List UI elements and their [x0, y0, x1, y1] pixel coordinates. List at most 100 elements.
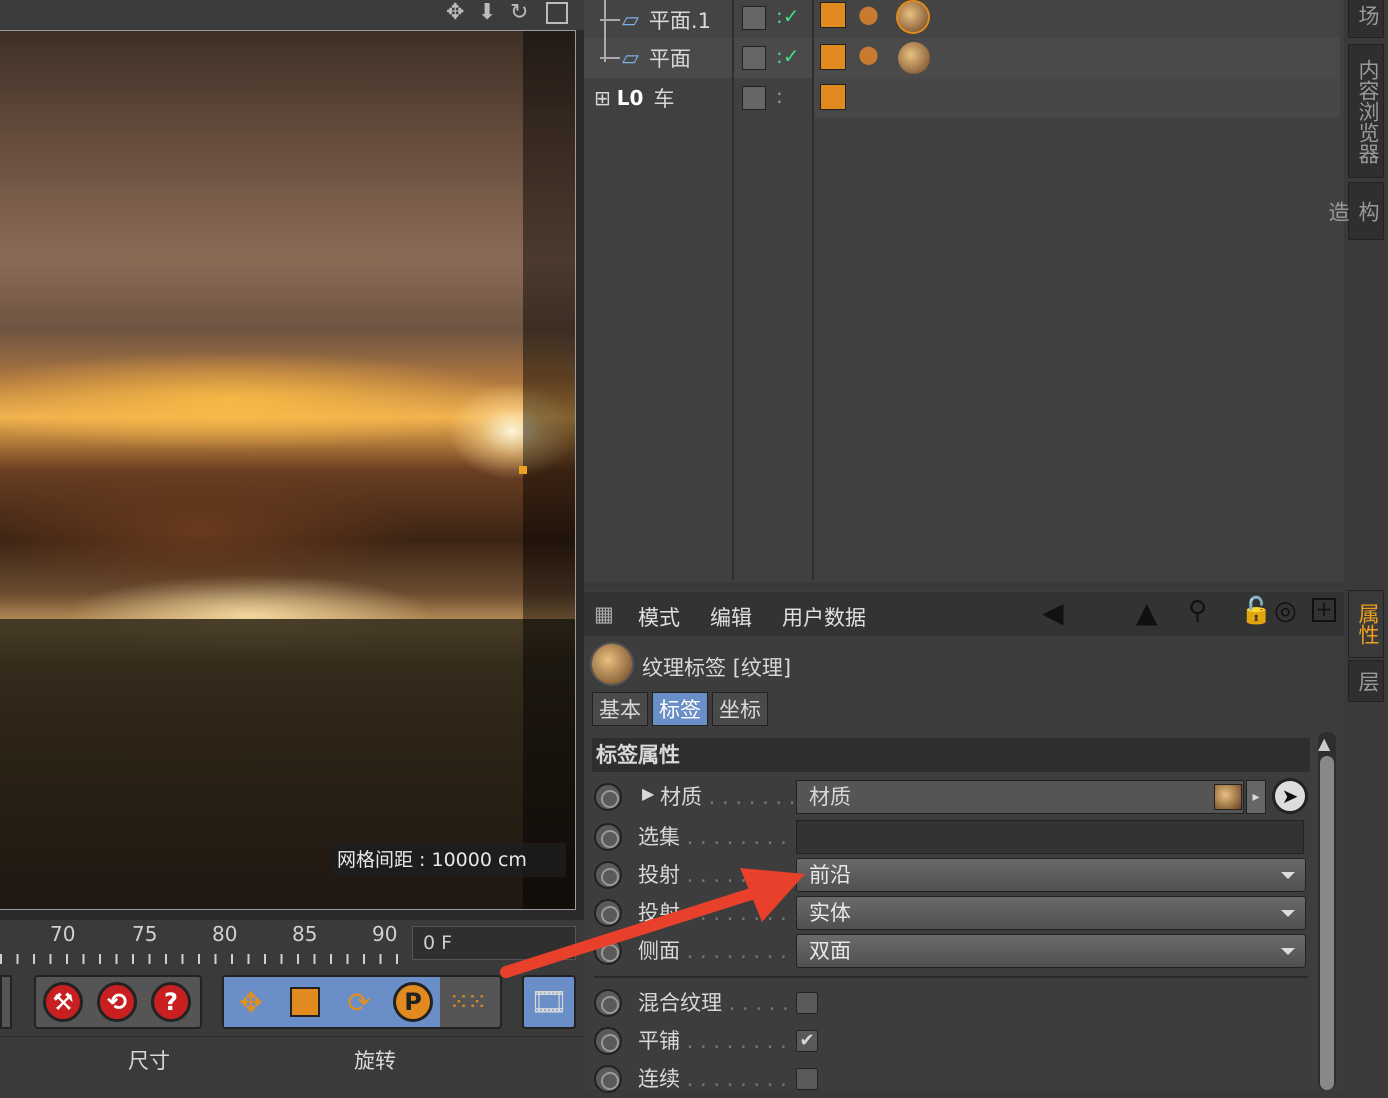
wrench-button[interactable]: ⚒ — [36, 977, 90, 1027]
scale-tool-button[interactable] — [278, 977, 332, 1027]
dark-plane-edge — [523, 31, 575, 909]
tab-takes[interactable]: 场次 — [1348, 0, 1384, 38]
tab-basic[interactable]: 基本 — [592, 692, 648, 726]
object-name[interactable]: 车 — [653, 83, 674, 113]
tile-checkbox[interactable]: ✔ — [796, 1030, 818, 1052]
property-label: 混合纹理 . . . . . — [638, 991, 789, 1015]
loop-icon: ⟲ — [97, 982, 137, 1022]
phong-tag-icon[interactable]: ● — [858, 0, 879, 28]
p-button[interactable]: P — [386, 977, 440, 1027]
link-arrow-icon[interactable]: ▸ — [1246, 780, 1266, 814]
p-icon: P — [393, 982, 433, 1022]
object-row[interactable]: ▱ 平面 — [600, 38, 691, 78]
attribute-title: 纹理标签 [纹理] — [642, 656, 792, 680]
clapper-icon[interactable] — [820, 44, 846, 70]
wrench-icon: ⚒ — [43, 982, 83, 1022]
annotation-arrow-icon — [500, 868, 805, 978]
toolbar-edge — [0, 975, 12, 1029]
help-icon: ? — [151, 982, 191, 1022]
target-icon[interactable]: ◎ — [1274, 596, 1297, 626]
tab-coordinates[interactable]: 坐标 — [712, 692, 768, 726]
texture-tag-icon[interactable] — [896, 0, 930, 34]
selection-field[interactable] — [796, 820, 1304, 854]
tab-attributes[interactable]: 属性 — [1348, 590, 1384, 658]
texture-tag-icon[interactable] — [898, 42, 930, 74]
seamless-checkbox[interactable] — [796, 1068, 818, 1090]
plane-icon: ▱ — [622, 45, 639, 71]
scroll-up-icon[interactable]: ▲ — [1318, 734, 1330, 753]
tab-layers[interactable]: 层 — [1348, 660, 1384, 702]
material-link-field[interactable]: 材质 — [796, 780, 1244, 814]
rotate-tool-button[interactable]: ⟳ — [332, 977, 386, 1027]
object-name[interactable]: 平面.1 — [649, 5, 711, 35]
property-row-tile: 平铺 . . . . . . . . . ✔ — [592, 1022, 1310, 1060]
object-flags-column: :✓ :✓ : — [736, 0, 814, 580]
side-dropdown[interactable]: 双面 — [796, 934, 1306, 968]
mix-textures-checkbox[interactable] — [796, 992, 818, 1014]
back-arrow-icon[interactable]: ◀ — [1042, 596, 1064, 629]
menu-mode[interactable]: 模式 — [638, 602, 680, 632]
move-icon: ✥ — [239, 985, 263, 1019]
property-label: 材质 . . . . . . . — [660, 785, 796, 809]
layer-swatch[interactable] — [742, 86, 766, 110]
expand-icon[interactable]: ⊞ — [594, 86, 611, 110]
layer-swatch[interactable] — [742, 46, 766, 70]
tick-label: 80 — [212, 922, 238, 946]
lock-icon[interactable]: 🔓 — [1240, 596, 1272, 626]
projection-dropdown[interactable]: 前沿 — [796, 858, 1306, 892]
visibility-check-icon[interactable]: :✓ — [776, 4, 800, 28]
maximize-icon[interactable] — [546, 2, 568, 24]
dots-button[interactable]: ⁙⁙ — [440, 977, 494, 1027]
grip-icon[interactable]: ▦ — [594, 602, 614, 626]
right-dock: 场次 内容浏览器 构造 属性 层 — [1326, 0, 1388, 1090]
toolbar-group-left: ⚒ ⟲ ? — [34, 975, 202, 1029]
tab-content-browser[interactable]: 内容浏览器 — [1348, 44, 1384, 178]
search-icon[interactable]: ⚲ — [1188, 596, 1207, 626]
viewport-header: ✥ ⬇ ↻ — [0, 0, 584, 30]
animate-radio[interactable] — [594, 1065, 622, 1093]
layer-swatch[interactable] — [742, 6, 766, 30]
clapper-icon[interactable] — [820, 84, 846, 110]
rotate-icon: ⟳ — [347, 985, 371, 1019]
dots-icon: ⁙⁙ — [448, 988, 487, 1016]
expand-triangle-icon[interactable]: ▶ — [642, 784, 654, 803]
animate-radio[interactable] — [594, 1027, 622, 1055]
object-row[interactable]: ▱ 平面.1 — [600, 0, 711, 40]
tab-tag[interactable]: 标签 — [652, 692, 708, 726]
pick-cursor-icon[interactable]: ➤ — [1272, 778, 1308, 814]
up-arrow-icon[interactable]: ▲ — [1136, 596, 1158, 629]
scrollbar-thumb[interactable] — [1320, 756, 1334, 1090]
menu-edit[interactable]: 编辑 — [710, 602, 752, 632]
property-label: 平铺 . . . . . . . . . — [638, 1029, 801, 1053]
tick-label: 90 — [372, 922, 398, 946]
tab-construct[interactable]: 构造 — [1326, 182, 1384, 240]
loop-button[interactable]: ⟲ — [90, 977, 144, 1027]
animate-radio[interactable] — [594, 783, 622, 811]
rotate-icon[interactable]: ↻ — [510, 0, 528, 25]
tick-label: 85 — [292, 922, 318, 946]
selection-handle[interactable] — [519, 466, 527, 474]
move-icon[interactable]: ✥ — [446, 0, 464, 25]
move-tool-button[interactable]: ✥ — [224, 977, 278, 1027]
menu-user-data[interactable]: 用户数据 — [782, 602, 866, 632]
clapper-icon[interactable] — [820, 2, 846, 28]
object-row[interactable]: ⊞ L0 车 — [594, 78, 674, 118]
visibility-check-icon[interactable]: :✓ — [776, 44, 800, 68]
timeline-ruler[interactable] — [0, 954, 400, 964]
scale-icon — [290, 987, 320, 1017]
help-button[interactable]: ? — [144, 977, 198, 1027]
coordinate-header: 尺寸 旋转 — [0, 1036, 584, 1090]
attribute-menu-bar: ▦ 模式 编辑 用户数据 ◀ ▲ ⚲ 🔓 ◎ + — [584, 592, 1344, 636]
down-arrow-icon[interactable]: ⬇ — [478, 0, 496, 25]
animate-radio[interactable] — [594, 989, 622, 1017]
viewport-panel[interactable]: ✥ ⬇ ↻ 网格间距 : 10000 cm — [0, 0, 584, 920]
texture-tag-icon — [590, 642, 634, 686]
object-name[interactable]: 平面 — [649, 43, 691, 73]
animate-radio[interactable] — [594, 823, 622, 851]
viewport-render[interactable] — [0, 30, 576, 910]
section-header[interactable]: 标签属性 — [592, 738, 1310, 772]
phong-tag-icon[interactable]: ● — [858, 40, 879, 68]
visibility-dots-icon[interactable]: : — [776, 84, 783, 108]
new-panel-icon[interactable]: + — [1312, 598, 1336, 622]
projection-display-dropdown[interactable]: 实体 — [796, 896, 1306, 930]
